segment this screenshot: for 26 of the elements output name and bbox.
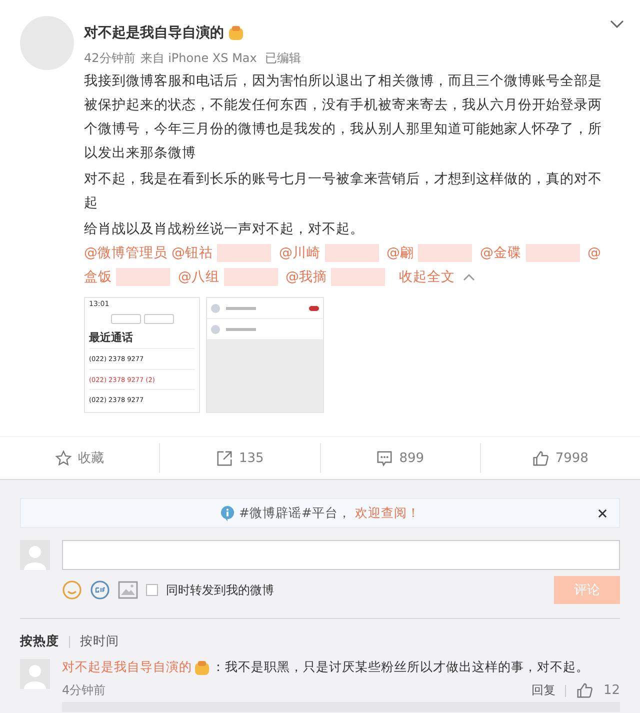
- reply-link[interactable]: 回复: [531, 682, 556, 699]
- mention-link[interactable]: @微博管理员: [84, 241, 168, 265]
- action-button[interactable]: 7998: [480, 443, 640, 473]
- comment-text: ：我不是职黑，只是讨厌某些粉丝所以才做出这样的事，对不起。: [212, 659, 589, 676]
- comment-time: 4分钟前: [62, 682, 106, 699]
- post-text: 我接到微博客服和电话后，因为害怕所以退出了相关微博，而且三个微博账号全部是被保护起来的状态，不能发任何东西，没有手机被寄来寄去，我从六月份开始登录两个微博号，今年三月份的微博也是我发的，我从别人那里知道可能她家人怀孕了，所以发出来那条微博: [84, 72, 603, 163]
- action-button[interactable]: 135: [159, 443, 320, 473]
- sort-tab[interactable]: 按时间: [80, 633, 119, 650]
- post-source: 来自 iPhone XS Max: [140, 50, 257, 67]
- repost-label[interactable]: 同时转发到我的微博: [166, 582, 274, 598]
- notice-link[interactable]: 欢迎查阅！: [354, 504, 420, 522]
- post-text: 给肖战以及肖战粉丝说一声对不起，对不起。: [84, 220, 365, 239]
- mention-link[interactable]: @: [588, 241, 601, 265]
- post-time[interactable]: 42分钟前: [84, 50, 136, 67]
- action-button[interactable]: 收藏: [0, 437, 160, 479]
- comment-author[interactable]: 对不起是我自导自演的: [62, 659, 192, 676]
- action-button[interactable]: 899: [320, 443, 480, 473]
- submit-button[interactable]: 评论: [554, 576, 620, 604]
- like-count: 12: [603, 683, 620, 698]
- notice-text: #微博辟谣#平台，: [239, 504, 351, 522]
- edited-label[interactable]: 已编辑: [264, 50, 301, 67]
- author-name[interactable]: 对不起是我自导自演的: [84, 24, 224, 42]
- post-text: 对不起，我是在看到长乐的账号七月一号被拿来营销后，才想到这样做的，真的对不起: [84, 170, 603, 213]
- collapse-link[interactable]: 收起全文: [399, 265, 455, 289]
- sort-tab[interactable]: 按热度: [20, 633, 59, 650]
- call-log-heading: 最近通话: [89, 330, 134, 345]
